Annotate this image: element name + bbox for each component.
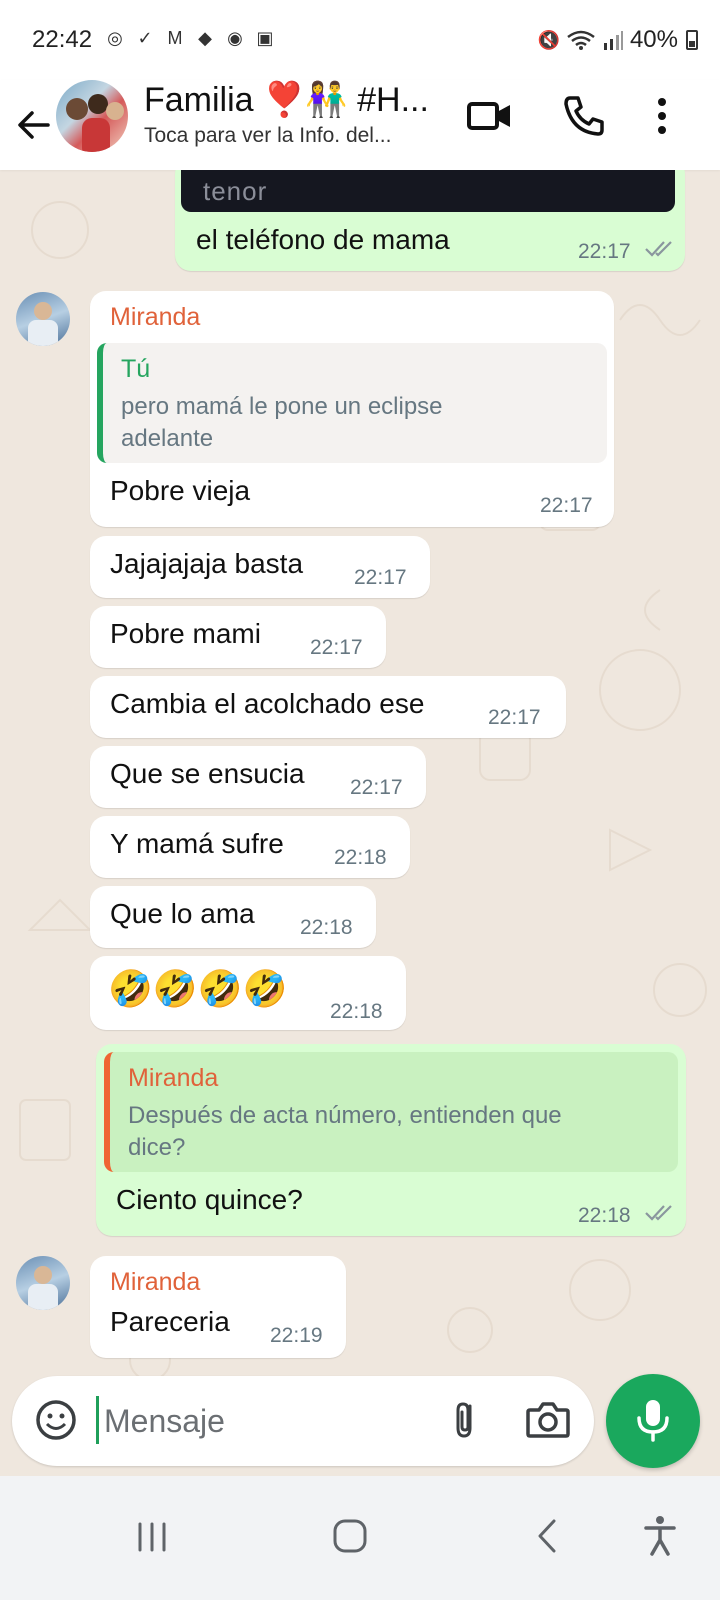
message-text: el teléfono de mama [196,224,450,255]
wifi-icon [567,30,595,50]
sender-avatar[interactable] [16,292,70,346]
quoted-message[interactable]: Miranda Después de acta número, entiende… [104,1052,678,1172]
message-time: 22:17 [310,636,363,659]
message-text: Pobre mami [110,618,261,649]
chat-header: Familia ❣️👫 #H... Toca para ver la Info.… [0,80,720,170]
battery-percent: 40% [629,26,678,53]
chat-subtitle: Toca para ver la Info. del... [144,124,392,147]
sender-name: Miranda [110,1268,201,1296]
message-text: Que lo ama [110,898,255,929]
camera-app-icon: ◉ [227,28,243,48]
more-options-icon[interactable] [646,92,694,140]
message-bubble[interactable]: Y mamá sufre 22:18 [90,816,410,878]
message-time: 22:18 [300,916,353,939]
quoted-message[interactable]: Tú pero mamá le pone un eclipse adelante [97,343,607,463]
message-time: 22:17 [354,566,407,589]
status-time: 22:42 [32,26,93,53]
notification-icons: ◎ ✓ M ◆ ◉ ▣ [104,27,276,49]
message-time: 22:18 [330,1000,383,1023]
message-bubble-outgoing[interactable]: Miranda Después de acta número, entiende… [96,1044,686,1236]
emoji-message: 🤣🤣🤣🤣 [108,969,288,1010]
group-avatar[interactable] [56,80,128,152]
gif-preview[interactable]: tenor [181,170,675,212]
message-time: 22:19 [270,1324,323,1347]
message-time: 22:18 [578,1204,631,1227]
message-time: 22:18 [334,846,387,869]
message-text: Pareceria [110,1306,230,1337]
message-text: Pobre vieja [110,475,251,506]
microphone-icon [637,1400,669,1442]
message-bubble[interactable]: 🤣🤣🤣🤣 22:18 [90,956,406,1030]
gallery-icon: ▣ [256,28,274,48]
signal-icon [603,31,623,50]
tenor-label: tenor [203,176,268,206]
recent-apps-icon[interactable] [120,1504,184,1568]
read-receipt-icon [645,241,672,257]
sender-name: Miranda [110,303,201,331]
message-text: Jajajajaja basta [110,548,304,579]
text-cursor [96,1396,99,1444]
diamond-nav-icon: ◆ [198,28,212,48]
message-time: 22:17 [578,240,631,263]
quote-author: Tú [121,355,151,383]
phone-call-icon[interactable] [560,92,608,140]
message-bubble[interactable]: Que lo ama 22:18 [90,886,376,948]
message-bubble[interactable]: Cambia el acolchado ese 22:17 [90,676,566,738]
message-input[interactable] [104,1394,424,1448]
message-bubble[interactable]: Miranda Tú pero mamá le pone un eclipse … [90,291,614,527]
video-call-icon[interactable] [466,92,514,140]
gmail-icon: M [167,28,183,48]
home-icon[interactable] [318,1504,382,1568]
quote-text-line1: Después de acta número, entienden que [128,1102,562,1129]
message-bubble[interactable]: Jajajajaja basta 22:17 [90,536,430,598]
voice-message-button[interactable] [606,1374,700,1468]
status-right: 🔇 40% [538,26,698,54]
emoji-icon[interactable] [34,1398,78,1442]
quote-text-line2: adelante [121,425,214,452]
quote-text-line1: pero mamá le pone un eclipse [121,393,443,420]
mute-icon: 🔇 [537,29,560,50]
eye-comfort-icon: ◎ [107,28,123,48]
message-compose-bar [12,1376,594,1466]
attachment-clip-icon[interactable] [444,1398,488,1442]
system-navigation-bar [0,1476,720,1600]
quote-author: Miranda [128,1064,219,1092]
message-text: Y mamá sufre [110,828,284,859]
back-arrow-icon[interactable] [14,100,54,150]
message-time: 22:17 [488,706,541,729]
message-time: 22:17 [350,776,403,799]
sender-avatar[interactable] [16,1256,70,1310]
message-text: Ciento quince? [116,1184,303,1215]
chat-title-area[interactable]: Familia ❣️👫 #H... Toca para ver la Info.… [144,80,454,148]
quote-text-line2: dice? [128,1134,186,1161]
message-time: 22:17 [540,494,593,517]
read-receipt-icon [645,1205,672,1221]
message-text: Cambia el acolchado ese [110,688,425,719]
chat-messages-area[interactable]: tenor el teléfono de mama 22:17 Miranda … [0,170,720,1376]
accessibility-icon[interactable] [628,1504,692,1568]
chat-title: Familia ❣️👫 #H... [144,81,429,119]
message-bubble[interactable]: Que se ensucia 22:17 [90,746,426,808]
message-bubble[interactable]: Miranda Pareceria 22:19 [90,1256,346,1358]
message-text: Que se ensucia [110,758,305,789]
message-bubble[interactable]: Pobre mami 22:17 [90,606,386,668]
camera-icon[interactable] [524,1398,572,1442]
status-bar: 22:42 ◎ ✓ M ◆ ◉ ▣ 🔇 40% [0,0,720,80]
check-circle-icon: ✓ [137,28,153,48]
battery-icon [686,30,698,50]
back-nav-icon[interactable] [516,1504,580,1568]
